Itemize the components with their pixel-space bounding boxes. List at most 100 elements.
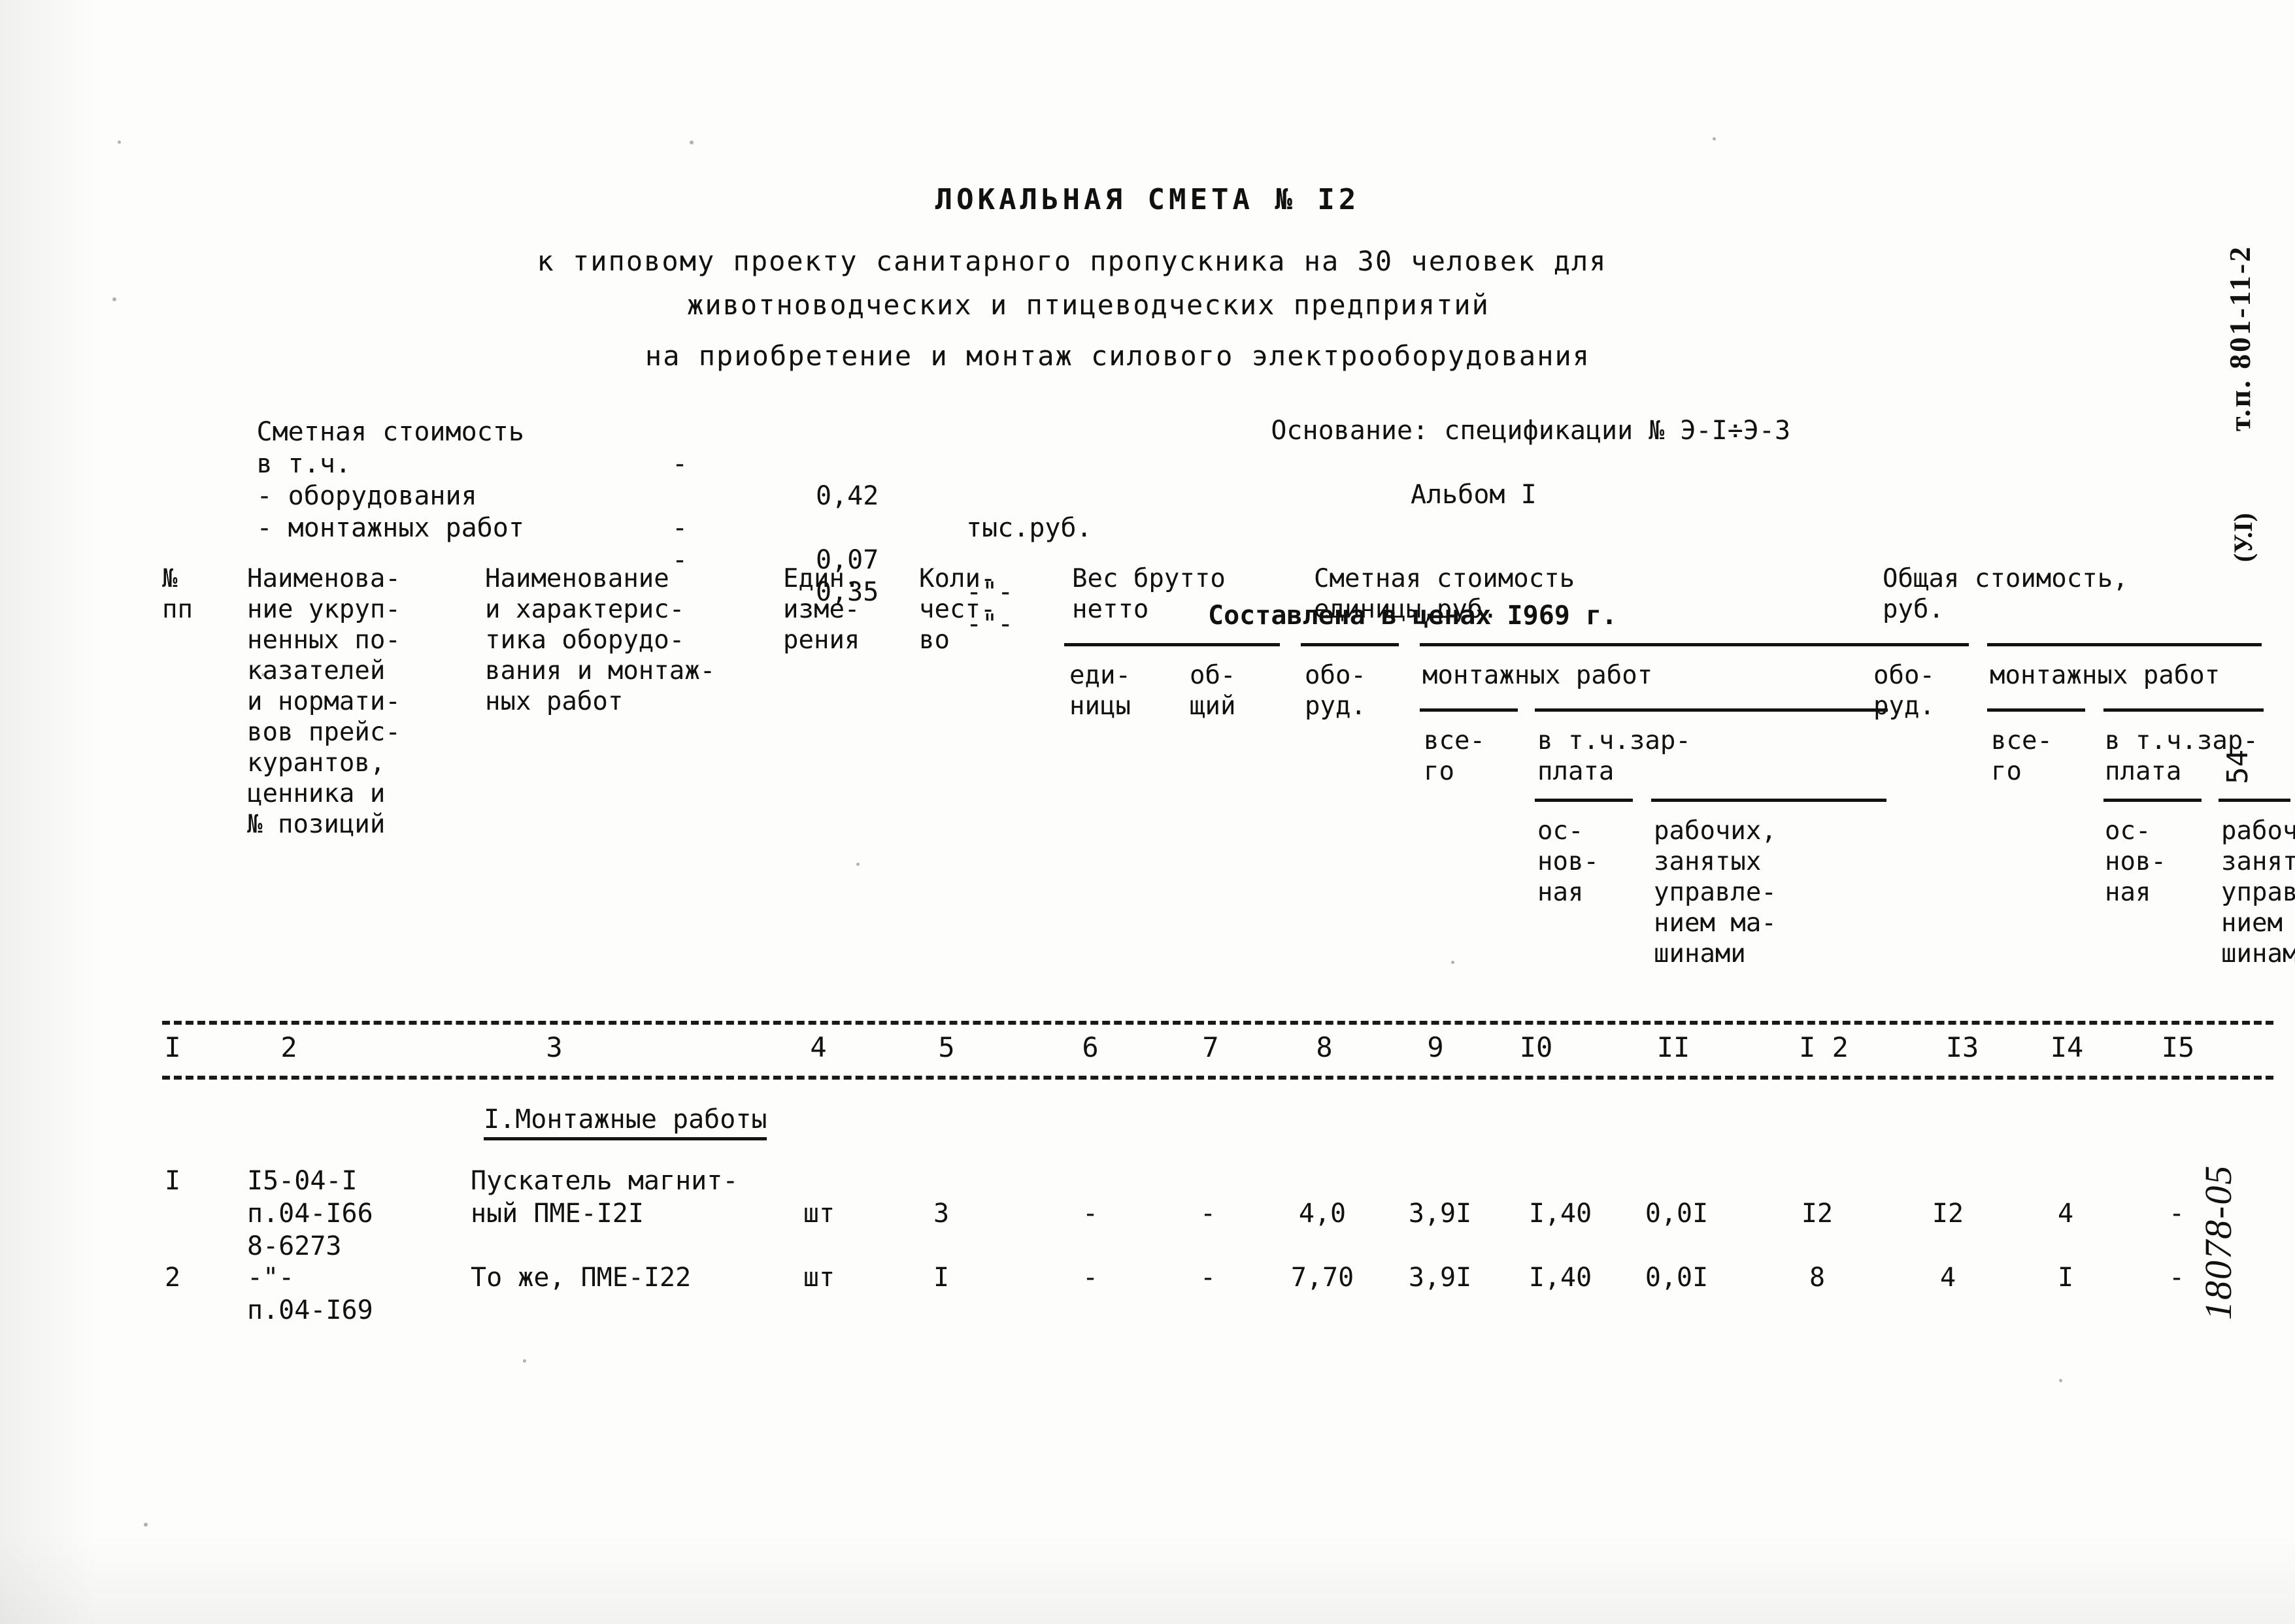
- row-1-unit: шт: [803, 1199, 835, 1229]
- row-2-total-install: 4: [1939, 1263, 1956, 1293]
- row-2-weight-unit: -: [1082, 1263, 1099, 1293]
- row-2-quantity: I: [933, 1263, 950, 1293]
- header-rule-unit-main: [1535, 799, 1633, 802]
- row-2-code: -"- п.04-I69: [247, 1263, 373, 1325]
- summary-total-dash: -: [672, 449, 688, 479]
- scan-speck: [690, 141, 694, 144]
- row-2-unit-salary-machine: 0,0I: [1645, 1263, 1709, 1293]
- header-rule-total-install: [1987, 643, 2262, 646]
- margin-page-number: 54: [2221, 750, 2254, 784]
- row-1-weight-unit: -: [1082, 1199, 1099, 1229]
- document-subtitle-line-3: на приобретение и монтаж силового электр…: [645, 340, 1591, 372]
- header-col-14: ос- нов- ная: [2105, 816, 2166, 907]
- row-1-total-equipment: I2: [1801, 1199, 1834, 1229]
- header-col-5: Коли- чест- во: [919, 564, 996, 655]
- document-title: ЛОКАЛЬНАЯ СМЕТА № I2: [935, 183, 1360, 216]
- row-1-unit-salary-machine: 0,0I: [1645, 1199, 1709, 1229]
- margin-archive-number: 18078-05: [2197, 1164, 2239, 1320]
- column-number-8: 8: [1316, 1031, 1333, 1063]
- row-1-name: Пускатель магнит- ный ПМЕ-I2I: [471, 1166, 739, 1229]
- row-2-total-equipment: 8: [1809, 1263, 1826, 1293]
- header-col-12: обо- руд.: [1873, 661, 1935, 721]
- column-number-14: I4: [2050, 1031, 2084, 1063]
- row-1-total-salary-main: 4: [2057, 1199, 2074, 1229]
- header-col-6: еди- ницы: [1069, 661, 1131, 721]
- scan-edge-shading-left: [0, 0, 98, 1624]
- header-rule-total-equipment: [1871, 643, 1969, 646]
- header-rule-unit-salary: [1535, 708, 1888, 712]
- cost-summary-block: Сметная стоимость - 0,42 тыс.руб. в т.ч.…: [162, 384, 1092, 639]
- summary-row-including: в т.ч.: [162, 416, 524, 479]
- row-1-unit-equipment: 4,0: [1298, 1199, 1347, 1229]
- row-2-weight-total: -: [1199, 1263, 1216, 1293]
- summary-row-total: Сметная стоимость - 0,42 тыс.руб.: [162, 384, 1092, 543]
- header-col-8: обо- руд.: [1305, 661, 1366, 721]
- scan-speck: [118, 141, 121, 144]
- header-col-10: ос- нов- ная: [1537, 816, 1599, 907]
- summary-equipment-dash: -: [672, 513, 688, 543]
- header-col-15: рабочих, занятых управле- нием ма- шинам…: [2221, 816, 2295, 969]
- margin-project-volume: (У.I): [2228, 512, 2258, 562]
- column-number-9: 9: [1427, 1031, 1444, 1063]
- basis-specifications: Основание: спецификации № Э-I÷Э-3: [1271, 416, 1791, 446]
- header-group-install-total: монтажных работ: [1990, 661, 2220, 690]
- scan-speck: [1713, 137, 1716, 141]
- header-rule-total-machine: [2219, 799, 2290, 802]
- header-group-install-unit: монтажных работ: [1422, 661, 1653, 690]
- header-col-10-salary: в т.ч.зар- плата: [1537, 726, 1691, 786]
- scan-speck: [2059, 1379, 2062, 1382]
- header-col-7: об- щий: [1190, 661, 1236, 721]
- column-number-5: 5: [938, 1031, 955, 1063]
- row-1-unit-salary-main: I,40: [1528, 1199, 1592, 1229]
- row-1-total-install: I2: [1932, 1199, 1964, 1229]
- column-number-row: I 2 3 4 5 6 7 8 9 I0 II I 2 I3 I4 I5: [0, 1031, 2295, 1070]
- scan-speck: [1451, 961, 1454, 964]
- header-group-total-cost: Общая стоимость, руб.: [1883, 564, 2128, 624]
- header-col-2: Наименова- ние укруп- ненных по- казател…: [247, 564, 401, 839]
- scan-edge-shading-bottom: [0, 1533, 2295, 1624]
- header-rule-unit-equipment: [1301, 643, 1399, 646]
- row-1-code: I5-04-I п.04-I66 8-6273: [247, 1166, 373, 1261]
- row-2-unit-install-total: 3,9I: [1408, 1263, 1472, 1293]
- basis-block: Основание: спецификации № Э-I÷Э-3 Альбом…: [1208, 383, 1790, 696]
- header-col-4: Един. изме- рения: [783, 564, 860, 655]
- header-rule-weight: [1064, 643, 1280, 646]
- column-number-7: 7: [1202, 1031, 1219, 1063]
- header-col-3: Наименование и характерис- тика оборудо-…: [485, 564, 716, 716]
- document-subtitle-line-1: к типовому проекту санитарного пропускни…: [537, 245, 1607, 277]
- summary-total-unit: тыс.руб.: [966, 513, 1092, 543]
- summary-install-label: - монтажных работ: [256, 513, 524, 543]
- summary-row-install: - монтажных работ - 0,35 -"-: [162, 480, 1014, 639]
- summary-total-value: 0,42: [816, 481, 879, 511]
- scan-speck: [523, 1359, 526, 1363]
- column-number-10: I0: [1519, 1031, 1553, 1063]
- header-group-unit-cost: Сметная стоимость единицы,руб.: [1314, 564, 1575, 624]
- header-rule-total-main: [2103, 799, 2202, 802]
- column-number-11: II: [1656, 1031, 1690, 1063]
- column-number-13: I3: [1945, 1031, 1979, 1063]
- column-numbers-rule-top: [162, 1021, 2273, 1025]
- row-2-unit-equipment: 7,70: [1290, 1263, 1354, 1293]
- column-number-6: 6: [1082, 1031, 1099, 1063]
- header-col-11: рабочих, занятых управле- нием ма- шинам…: [1654, 816, 1777, 969]
- row-2-unit: шт: [803, 1263, 835, 1293]
- row-1-quantity: 3: [933, 1199, 950, 1229]
- header-rule-total-salary: [2103, 708, 2264, 712]
- row-2-total-salary-main: I: [2057, 1263, 2074, 1293]
- row-1-unit-install-total: 3,9I: [1408, 1199, 1472, 1229]
- column-number-4: 4: [810, 1031, 827, 1063]
- header-rule-unit-machine: [1651, 799, 1886, 802]
- header-col-1: № пп: [162, 564, 193, 624]
- header-rule-unit-total: [1420, 708, 1518, 712]
- header-col-13: все- го: [1991, 726, 2052, 786]
- header-rule-unit-install: [1420, 643, 1890, 646]
- column-numbers-rule-bottom: [162, 1076, 2273, 1080]
- summary-row-equipment: - оборудования - 0,07 -"-: [162, 448, 1014, 607]
- margin-project-code: т.п. 801-11-2: [2223, 244, 2256, 431]
- header-col-9: все- го: [1424, 726, 1485, 786]
- column-number-1: I: [164, 1031, 181, 1063]
- scanned-document-page: ЛОКАЛЬНАЯ СМЕТА № I2 к типовому проекту …: [0, 0, 2295, 1624]
- basis-album: Альбом I: [1411, 480, 1537, 510]
- section-heading-installation-works: I.Монтажные работы: [484, 1104, 767, 1140]
- header-rule-total-all: [1987, 708, 2085, 712]
